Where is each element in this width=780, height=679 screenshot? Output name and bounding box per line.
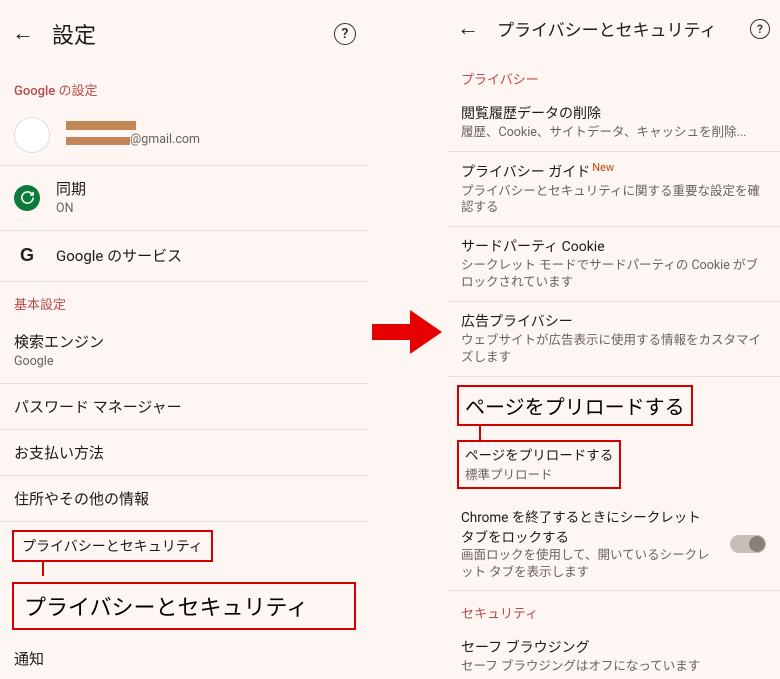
flow-arrow-icon (372, 310, 442, 354)
section-google-label: Google の設定 (0, 68, 368, 105)
password-manager-row[interactable]: パスワード マネージャー (0, 384, 368, 430)
third-party-title: サードパーティ Cookie (461, 236, 766, 256)
ads-privacy-sub: ウェブサイトが広告表示に使用する情報をカスタマイズします (461, 333, 766, 367)
sync-row[interactable]: 同期 ON (0, 166, 368, 231)
lock-incognito-toggle[interactable] (730, 535, 766, 553)
privacy-big-callout: プライバシーとセキュリティ (12, 582, 356, 630)
header: ← プライバシーとセキュリティ ? (447, 0, 780, 57)
safe-browsing-title: セーフ ブラウジング (461, 637, 766, 657)
privacy-row-callout[interactable]: プライバシーとセキュリティ (12, 530, 213, 562)
ads-privacy-title: 広告プライバシー (461, 311, 766, 331)
address-title: 住所やその他の情報 (14, 488, 149, 509)
preload-callout-area: ページをプリロードする ページをプリロードする 標準プリロード (447, 377, 780, 489)
privacy-guide-title: プライバシー ガイドNew (461, 161, 766, 182)
section-security-label: セキュリティ (447, 591, 780, 628)
sync-icon (14, 185, 40, 211)
clear-data-title: 閲覧履歴データの削除 (461, 103, 766, 123)
preload-row-callout[interactable]: ページをプリロードする 標準プリロード (457, 440, 621, 489)
privacy-panel: ← プライバシーとセキュリティ ? プライバシー 閲覧履歴データの削除 履歴、C… (447, 0, 780, 679)
lock-incognito-sub: 画面ロックを使用して、開いているシークレット タブを表示します (461, 548, 714, 582)
sync-title: 同期 (56, 178, 354, 199)
search-engine-row[interactable]: 検索エンジン Google (0, 319, 368, 384)
account-row[interactable]: @gmail.com (0, 105, 368, 166)
password-manager-title: パスワード マネージャー (14, 396, 182, 417)
preload-sub: 標準プリロード (465, 468, 553, 483)
settings-panel: ← 設定 ? Google の設定 @gmail.com 同期 ON G Goo… (0, 0, 368, 679)
section-privacy-label: プライバシー (447, 57, 780, 94)
clear-data-row[interactable]: 閲覧履歴データの削除 履歴、Cookie、サイトデータ、キャッシュを削除... (447, 94, 780, 152)
safe-browsing-sub: セーフ ブラウジングはオフになっています (461, 659, 766, 676)
callout-connector (42, 562, 44, 576)
privacy-guide-sub: プライバシーとセキュリティに関する重要な設定を確認する (461, 184, 766, 218)
new-badge: New (592, 161, 614, 174)
lock-incognito-title: Chrome を終了するときにシークレット タブをロックする (461, 506, 714, 546)
privacy-row-title: プライバシーとセキュリティ (22, 539, 203, 555)
payment-row[interactable]: お支払い方法 (0, 430, 368, 476)
payment-title: お支払い方法 (14, 442, 104, 463)
clear-data-sub: 履歴、Cookie、サイトデータ、キャッシュを削除... (461, 125, 766, 142)
safe-browsing-row[interactable]: セーフ ブラウジング セーフ ブラウジングはオフになっています (447, 628, 780, 679)
redacted-name (66, 121, 136, 130)
privacy-guide-row[interactable]: プライバシー ガイドNew プライバシーとセキュリティに関する重要な設定を確認す… (447, 152, 780, 227)
notifications-title: 通知 (14, 648, 44, 669)
callout-connector (479, 426, 481, 440)
third-party-cookie-row[interactable]: サードパーティ Cookie シークレット モードでサードパーティの Cooki… (447, 227, 780, 302)
lock-incognito-row[interactable]: Chrome を終了するときにシークレット タブをロックする 画面ロックを使用し… (447, 497, 780, 592)
notifications-row[interactable]: 通知 (0, 636, 368, 679)
header: ← 設定 ? (0, 0, 368, 68)
preload-big-callout: ページをプリロードする (457, 385, 693, 426)
google-g-icon: G (14, 243, 40, 269)
preload-title: ページをプリロードする (465, 444, 613, 464)
ads-privacy-row[interactable]: 広告プライバシー ウェブサイトが広告表示に使用する情報をカスタマイズします (447, 302, 780, 377)
avatar (14, 117, 50, 153)
section-basic-label: 基本設定 (0, 282, 368, 319)
privacy-callout-area: プライバシーとセキュリティ (0, 522, 368, 576)
search-engine-title: 検索エンジン (14, 331, 354, 352)
back-arrow-icon[interactable]: ← (12, 23, 34, 45)
privacy-guide-title-text: プライバシー ガイド (461, 165, 590, 181)
help-icon[interactable]: ? (334, 23, 356, 45)
address-row[interactable]: 住所やその他の情報 (0, 476, 368, 522)
page-title: プライバシーとセキュリティ (497, 16, 732, 41)
back-arrow-icon[interactable]: ← (457, 18, 479, 40)
sync-sub: ON (56, 201, 354, 218)
google-services-title: Google のサービス (56, 245, 354, 266)
third-party-sub: シークレット モードでサードパーティの Cookie がブロックされています (461, 258, 766, 292)
search-engine-sub: Google (14, 354, 354, 371)
redacted-email (66, 137, 130, 145)
account-text: @gmail.com (66, 121, 354, 149)
email-domain: @gmail.com (130, 132, 200, 149)
google-services-row[interactable]: G Google のサービス (0, 231, 368, 282)
help-icon[interactable]: ? (750, 19, 770, 39)
page-title: 設定 (52, 18, 316, 50)
